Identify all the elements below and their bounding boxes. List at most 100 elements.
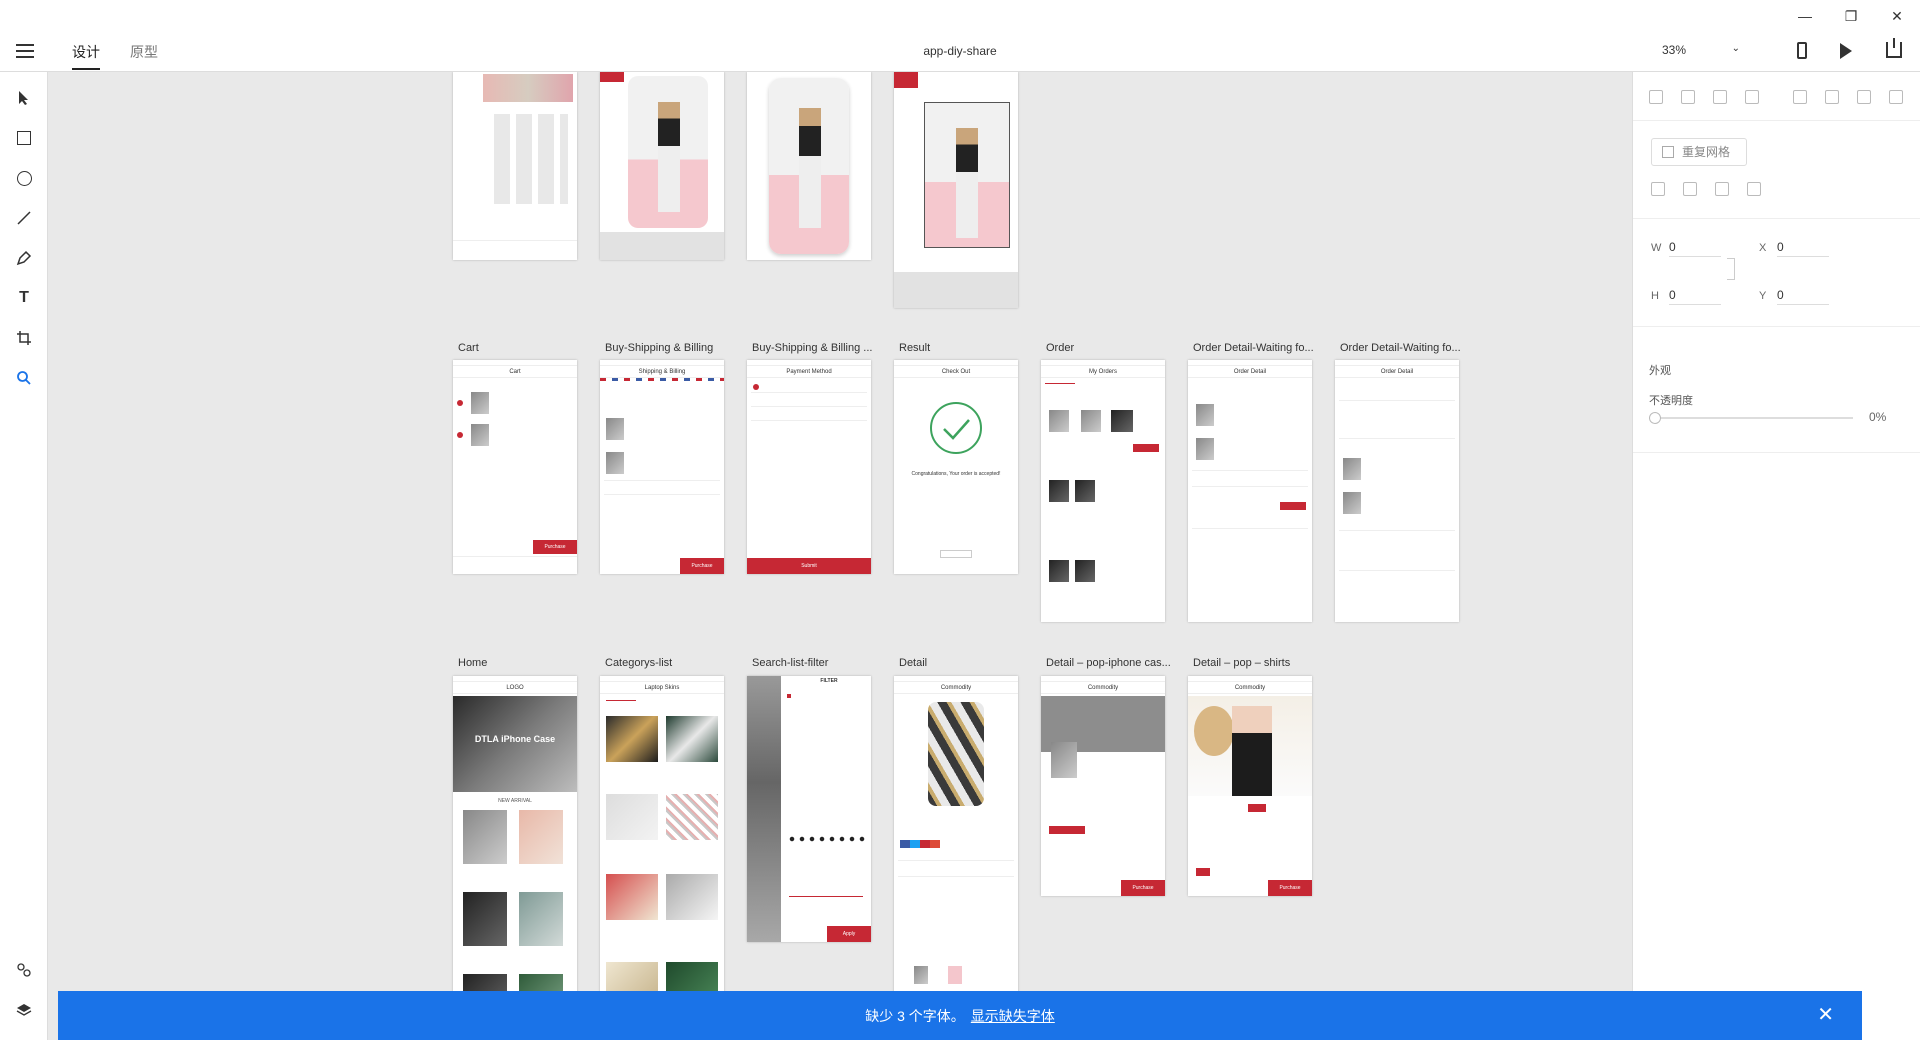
repeat-grid-button[interactable]: 重复网格 bbox=[1651, 138, 1747, 166]
artboard-order-detail-1[interactable]: Order Detail bbox=[1188, 360, 1312, 622]
mobile-preview-icon[interactable] bbox=[1797, 42, 1807, 59]
artboard-diy-preview[interactable] bbox=[747, 72, 871, 260]
height-field[interactable]: 0 bbox=[1669, 288, 1721, 305]
submit-button[interactable]: Submit bbox=[747, 558, 871, 574]
opacity-slider[interactable] bbox=[1649, 412, 1853, 424]
maximize-button[interactable]: ❐ bbox=[1828, 0, 1874, 32]
new-arrival-label: NEW ARRIVAL bbox=[498, 798, 532, 804]
artboard-icon[interactable] bbox=[12, 326, 36, 350]
layers-icon[interactable] bbox=[12, 998, 36, 1022]
screen-title: Commodity bbox=[1188, 682, 1312, 694]
artboard-diy-editor[interactable] bbox=[600, 72, 724, 260]
artboard-categorys-list[interactable]: Laptop Skins bbox=[600, 676, 724, 992]
screen-title: Commodity bbox=[894, 682, 1018, 694]
artboard-detail[interactable]: Commodity bbox=[894, 676, 1018, 992]
artboard-label: Categorys-list bbox=[605, 657, 673, 669]
distribute-horizontal-icon[interactable] bbox=[1889, 90, 1903, 104]
apply-button[interactable]: Apply bbox=[827, 926, 871, 942]
artboard-search-filter[interactable]: FILTER Apply bbox=[747, 676, 871, 942]
artboard-payment[interactable]: Payment Method Submit bbox=[747, 360, 871, 574]
artboard-result[interactable]: Check Out Congratulations, Your order is… bbox=[894, 360, 1018, 574]
x-field[interactable]: 0 bbox=[1777, 240, 1829, 257]
purchase-button[interactable]: Purchase bbox=[1268, 880, 1312, 896]
opacity-value[interactable]: 0% bbox=[1869, 410, 1886, 424]
screen-title: My Orders bbox=[1041, 366, 1165, 378]
show-missing-fonts-link[interactable]: 显示缺失字体 bbox=[971, 1006, 1055, 1026]
artboard-pop-shirts[interactable]: Commodity Purchase bbox=[1188, 676, 1312, 896]
property-inspector: 重复网格 W 0 X 0 H 0 Y 0 外观 不透明度 0% bbox=[1632, 72, 1920, 1040]
height-label: H bbox=[1651, 290, 1659, 302]
purchase-button[interactable]: Purchase bbox=[680, 558, 724, 574]
repeat-grid-label: 重复网格 bbox=[1682, 145, 1731, 159]
screen-title: Order Detail bbox=[1335, 366, 1459, 378]
artboard-label: Result bbox=[899, 342, 931, 354]
screen-title: Laptop Skins bbox=[600, 682, 724, 694]
artboard-order-detail-2[interactable]: Order Detail bbox=[1335, 360, 1459, 622]
align-middle-icon[interactable] bbox=[1681, 90, 1695, 104]
artboard-diy-editor-2[interactable] bbox=[894, 72, 1018, 308]
pen-icon[interactable] bbox=[12, 246, 36, 270]
distribute-icon[interactable] bbox=[1745, 90, 1759, 104]
artboard-label: Order Detail-Waiting fo... bbox=[1193, 342, 1314, 354]
artboard-label: Order bbox=[1046, 342, 1075, 354]
window-titlebar: — ❐ ✕ bbox=[0, 0, 1920, 32]
boolean-exclude-icon[interactable] bbox=[1747, 182, 1761, 196]
filter-title: FILTER bbox=[820, 678, 838, 684]
grid-icon bbox=[1662, 146, 1674, 158]
artboard-home[interactable]: LOGO DTLA iPhone Case NEW ARRIVAL bbox=[453, 676, 577, 992]
select-arrow-icon[interactable] bbox=[12, 86, 36, 110]
play-icon[interactable] bbox=[1840, 43, 1852, 59]
minimize-button[interactable]: — bbox=[1782, 0, 1828, 32]
artboard-cart[interactable]: Cart Purchase bbox=[453, 360, 577, 574]
artboard-shipping[interactable]: Shipping & Billing Purchase bbox=[600, 360, 724, 574]
zoom-select[interactable]: 33% ⌄ bbox=[1662, 43, 1740, 57]
zoom-icon[interactable] bbox=[12, 366, 36, 390]
artboard-label: Detail – pop-iphone cas... bbox=[1046, 657, 1171, 669]
align-top-icon[interactable] bbox=[1649, 90, 1663, 104]
align-bottom-icon[interactable] bbox=[1713, 90, 1727, 104]
purchase-button[interactable]: Purchase bbox=[1121, 880, 1165, 896]
screen-title: LOGO bbox=[453, 682, 577, 694]
lock-aspect-icon[interactable] bbox=[1727, 258, 1735, 280]
ellipse-icon[interactable] bbox=[12, 166, 36, 190]
line-icon[interactable] bbox=[12, 206, 36, 230]
boolean-subtract-icon[interactable] bbox=[1683, 182, 1697, 196]
artboard-label: Buy-Shipping & Billing ... bbox=[752, 342, 873, 354]
purchase-button[interactable]: Purchase bbox=[533, 540, 577, 554]
artboard-orders[interactable]: My Orders bbox=[1041, 360, 1165, 622]
close-icon[interactable]: ✕ bbox=[1817, 1003, 1834, 1027]
align-left-icon[interactable] bbox=[1793, 90, 1807, 104]
missing-fonts-banner: 缺少 3 个字体。 显示缺失字体 ✕ bbox=[58, 991, 1862, 1040]
artboard-pop-iphone-case[interactable]: Commodity Purchase bbox=[1041, 676, 1165, 896]
artboard-label: Order Detail-Waiting fo... bbox=[1340, 342, 1461, 354]
document-title: app-diy-share bbox=[923, 44, 997, 58]
align-center-icon[interactable] bbox=[1825, 90, 1839, 104]
close-window-button[interactable]: ✕ bbox=[1874, 0, 1920, 32]
artboard-label: Detail – pop – shirts bbox=[1193, 657, 1291, 669]
assets-icon[interactable] bbox=[12, 958, 36, 982]
screen-title: Shipping & Billing bbox=[600, 366, 724, 378]
artboard-label: Detail bbox=[899, 657, 928, 669]
screen-title: Check Out bbox=[894, 366, 1018, 378]
tools-panel: T bbox=[0, 72, 48, 1040]
top-toolbar: 设计 原型 app-diy-share 33% ⌄ bbox=[0, 32, 1920, 72]
width-label: W bbox=[1651, 242, 1662, 254]
boolean-add-icon[interactable] bbox=[1651, 182, 1665, 196]
align-right-icon[interactable] bbox=[1857, 90, 1871, 104]
boolean-intersect-icon[interactable] bbox=[1715, 182, 1729, 196]
home-banner-title: DTLA iPhone Case bbox=[474, 734, 556, 744]
share-icon[interactable] bbox=[1886, 38, 1902, 58]
artboard-categories[interactable] bbox=[453, 72, 577, 260]
missing-fonts-message: 缺少 3 个字体。 bbox=[865, 1007, 965, 1024]
artboard-label: Home bbox=[458, 657, 488, 669]
screen-title: Order Detail bbox=[1188, 366, 1312, 378]
rectangle-icon[interactable] bbox=[12, 126, 36, 150]
artboard-label: Search-list-filter bbox=[752, 657, 829, 669]
text-icon[interactable]: T bbox=[12, 286, 36, 310]
y-field[interactable]: 0 bbox=[1777, 288, 1829, 305]
design-canvas[interactable]: Cart Cart Purchase Buy-Shipping & Billin… bbox=[48, 72, 1632, 992]
y-label: Y bbox=[1759, 290, 1767, 302]
screen-title: Cart bbox=[453, 366, 577, 378]
check-circle-icon bbox=[930, 402, 982, 454]
width-field[interactable]: 0 bbox=[1669, 240, 1721, 257]
